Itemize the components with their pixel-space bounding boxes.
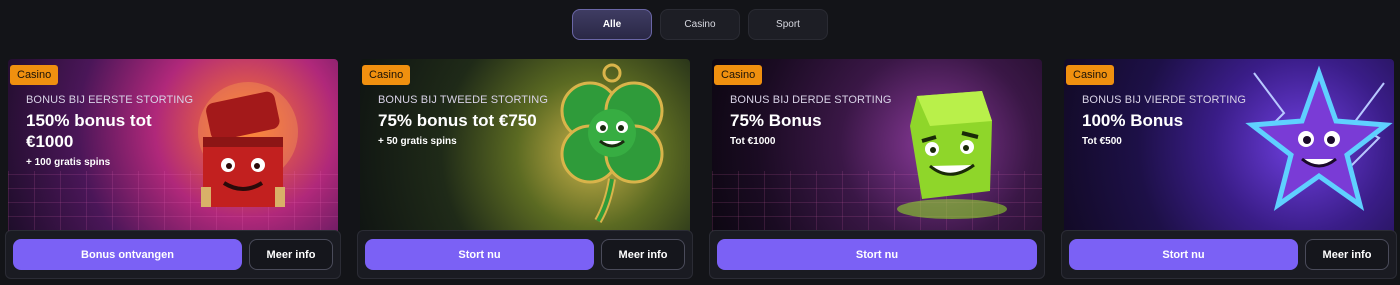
claim-bonus-button[interactable]: Bonus ontvangen xyxy=(13,239,242,270)
bonus-subtext: Tot €1000 xyxy=(730,136,776,147)
category-badge: Casino xyxy=(10,65,59,85)
bonus-card-second-deposit: Casino BONUS BIJ TWEEDE STORTING 75% bon… xyxy=(357,59,698,279)
card-actions: Bonus ontvangen Meer info xyxy=(5,230,341,279)
promo-banner[interactable]: Casino BONUS BIJ TWEEDE STORTING 75% bon… xyxy=(360,59,690,231)
promo-banner[interactable]: Casino BONUS BIJ DERDE STORTING 75% Bonu… xyxy=(712,59,1042,231)
deposit-now-button[interactable]: Stort nu xyxy=(365,239,594,270)
bonus-card-third-deposit: Casino BONUS BIJ DERDE STORTING 75% Bonu… xyxy=(709,59,1050,279)
card-actions: Stort nu Meer info xyxy=(357,230,693,279)
bonus-headline: 75% Bonus xyxy=(730,111,822,130)
filter-all[interactable]: Alle xyxy=(572,9,652,40)
bonus-eyebrow: BONUS BIJ TWEEDE STORTING xyxy=(378,94,548,106)
category-badge: Casino xyxy=(714,65,763,85)
bonus-subtext: + 100 gratis spins xyxy=(26,157,111,168)
slime-cube-icon xyxy=(897,91,1007,219)
deposit-now-button[interactable]: Stort nu xyxy=(717,239,1037,270)
filter-sport[interactable]: Sport xyxy=(748,9,828,40)
category-filter-bar: Alle Casino Sport xyxy=(0,9,1400,40)
bonus-card-list: Casino BONUS BIJ EERSTE STORTING 150% bo… xyxy=(5,59,1400,279)
more-info-button[interactable]: Meer info xyxy=(601,239,685,270)
promo-banner[interactable]: Casino BONUS BIJ VIERDE STORTING 100% Bo… xyxy=(1064,59,1394,231)
bonus-eyebrow: BONUS BIJ EERSTE STORTING xyxy=(26,94,194,106)
bonus-subtext: Tot €500 xyxy=(1082,136,1122,147)
bonus-headline: 75% bonus tot €750 xyxy=(378,111,537,130)
bonus-card-first-deposit: Casino BONUS BIJ EERSTE STORTING 150% bo… xyxy=(5,59,346,279)
bonus-eyebrow: BONUS BIJ VIERDE STORTING xyxy=(1082,94,1247,106)
category-badge: Casino xyxy=(1066,65,1115,85)
clover-icon xyxy=(560,63,664,224)
card-actions: Stort nu Meer info xyxy=(1061,230,1397,279)
bonus-subtext: + 50 gratis spins xyxy=(378,136,457,147)
treasure-chest-icon xyxy=(198,82,298,207)
bonus-headline: 150% bonus tot €1000 xyxy=(26,111,152,151)
bonus-card-fourth-deposit: Casino BONUS BIJ VIERDE STORTING 100% Bo… xyxy=(1061,59,1400,279)
bonus-headline: 100% Bonus xyxy=(1082,111,1184,130)
card-actions: Stort nu xyxy=(709,230,1045,279)
lightning-star-icon xyxy=(1245,65,1393,211)
promo-banner[interactable]: Casino BONUS BIJ EERSTE STORTING 150% bo… xyxy=(8,59,338,231)
filter-casino[interactable]: Casino xyxy=(660,9,740,40)
category-badge: Casino xyxy=(362,65,411,85)
bonus-eyebrow: BONUS BIJ DERDE STORTING xyxy=(730,94,892,106)
more-info-button[interactable]: Meer info xyxy=(1305,239,1389,270)
more-info-button[interactable]: Meer info xyxy=(249,239,333,270)
deposit-now-button[interactable]: Stort nu xyxy=(1069,239,1298,270)
